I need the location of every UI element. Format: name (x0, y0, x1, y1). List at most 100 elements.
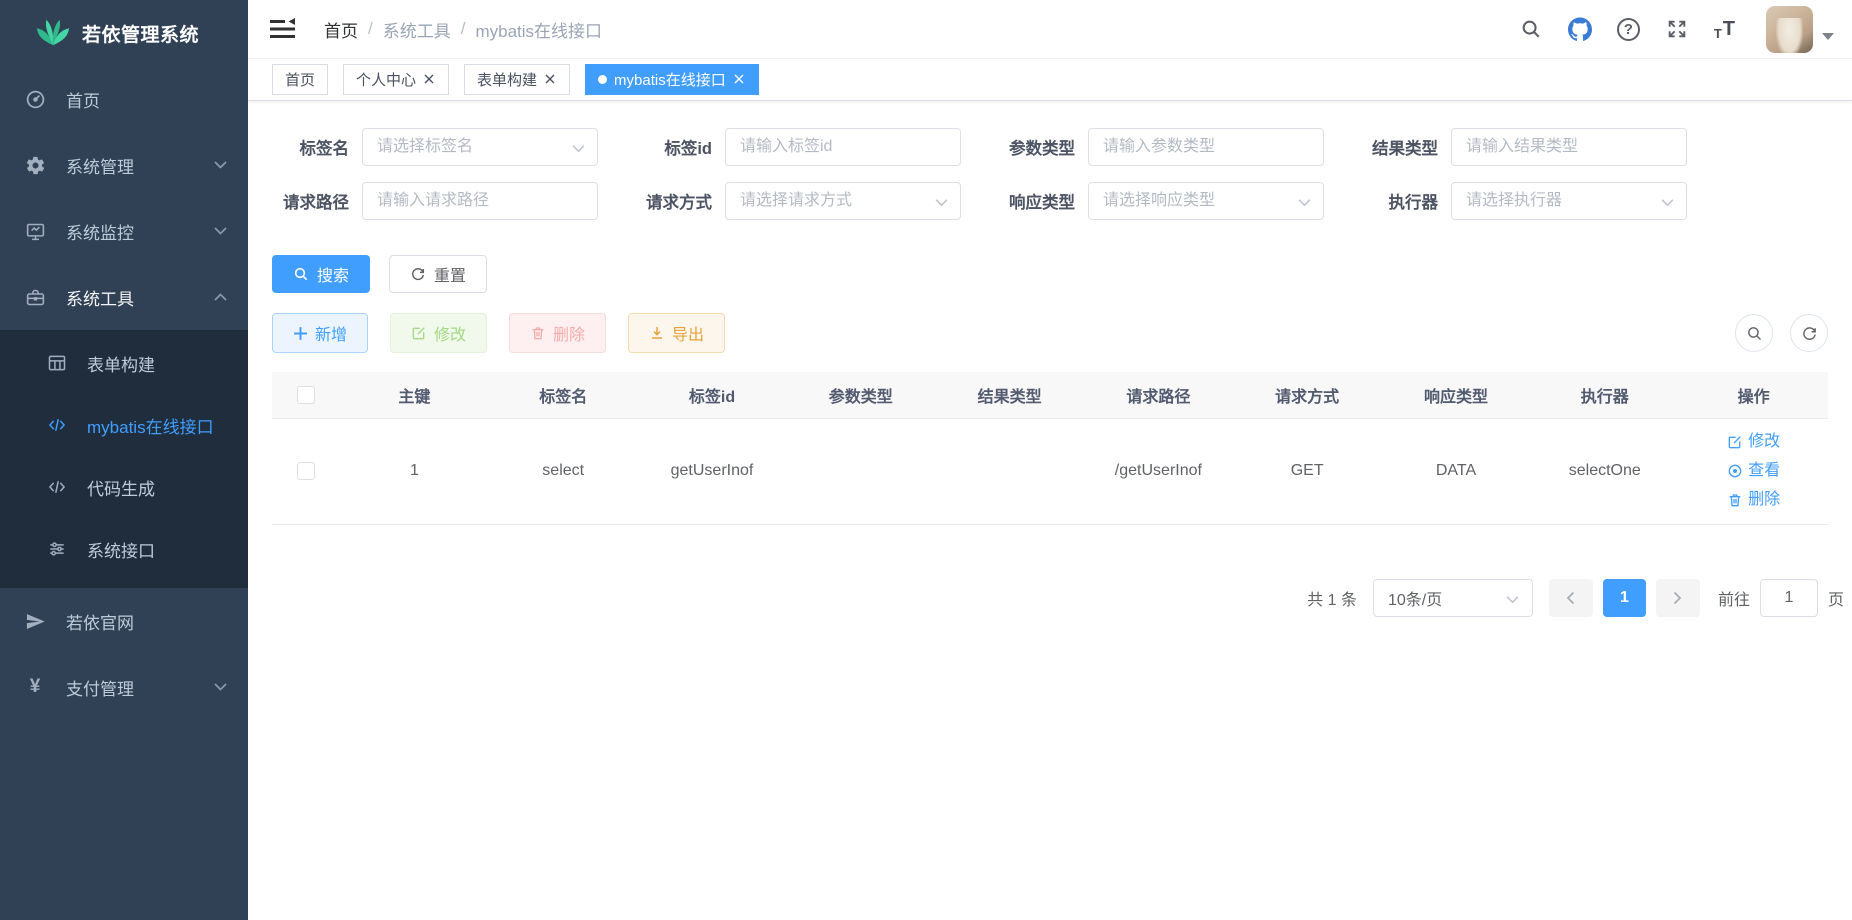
font-size-icon[interactable]: T T (1714, 18, 1735, 41)
field-label: 参数类型 (998, 135, 1088, 159)
sidebar-item-payment-management[interactable]: ¥ 支付管理 (0, 654, 248, 720)
sidebar-item-code-generation[interactable]: 代码生成 (0, 456, 248, 518)
param-type-input-wrap (1088, 128, 1324, 166)
sidebar-item-system-api[interactable]: 系统接口 (0, 518, 248, 580)
code-icon (47, 476, 67, 498)
tag-name-select[interactable] (362, 128, 598, 166)
close-icon[interactable] (423, 73, 436, 86)
refresh-icon (410, 266, 426, 282)
filter-request-method: 请求方式 (635, 182, 961, 220)
next-page-button[interactable] (1656, 579, 1700, 617)
param-type-input[interactable] (1089, 129, 1323, 165)
tag-id-input[interactable] (726, 129, 960, 165)
delete-button[interactable]: 删除 (509, 313, 606, 353)
response-type-select-input[interactable] (1089, 183, 1323, 219)
fullscreen-icon[interactable] (1665, 17, 1689, 41)
refresh-icon (1801, 325, 1818, 342)
select-all-checkbox[interactable] (297, 386, 315, 404)
sidebar-item-system-management[interactable]: 系统管理 (0, 132, 248, 198)
breadcrumb-section: 系统工具 (383, 17, 451, 42)
cell-tag-name: select (489, 418, 638, 524)
yen-glyph: ¥ (30, 676, 41, 698)
add-button[interactable]: 新增 (272, 313, 368, 353)
request-method-select-input[interactable] (726, 183, 960, 219)
executor-select[interactable] (1451, 182, 1687, 220)
page-1-button[interactable]: 1 (1603, 579, 1646, 617)
active-tab-dot (598, 75, 607, 84)
breadcrumb-home[interactable]: 首页 (324, 17, 358, 42)
page-size-value: 10条/页 (1388, 586, 1442, 610)
sidebar-item-label: mybatis在线接口 (87, 413, 228, 438)
sidebar-toggle-icon[interactable] (270, 18, 296, 40)
page-size-select[interactable]: 10条/页 (1373, 579, 1533, 617)
row-delete-link[interactable]: 删除 (1727, 487, 1780, 513)
tab-label: 首页 (285, 69, 315, 90)
page-unit-label: 页 (1828, 586, 1844, 610)
tab-mybatis-online-api[interactable]: mybatis在线接口 (585, 64, 759, 95)
column-header: 请求路径 (1084, 372, 1233, 418)
header-search-icon[interactable] (1519, 17, 1543, 41)
app-logo[interactable]: 若依管理系统 (0, 0, 248, 66)
sidebar-item-system-monitor[interactable]: 系统监控 (0, 198, 248, 264)
field-label: 执行器 (1361, 189, 1451, 213)
result-type-input-wrap (1451, 128, 1687, 166)
sidebar-item-home[interactable]: 首页 (0, 66, 248, 132)
row-edit-link[interactable]: 修改 (1727, 429, 1780, 455)
sidebar-item-form-builder[interactable]: 表单构建 (0, 332, 248, 394)
font-small-glyph: T (1714, 26, 1722, 41)
breadcrumb-current: mybatis在线接口 (475, 17, 602, 42)
table-toolbar: 新增 修改 删除 导出 (272, 313, 1828, 353)
code-icon (47, 414, 67, 436)
sidebar-item-system-tools[interactable]: 系统工具 (0, 264, 248, 330)
edit-button[interactable]: 修改 (390, 313, 487, 353)
chevron-down-icon (214, 683, 228, 691)
executor-select-input[interactable] (1452, 183, 1686, 219)
gear-icon (24, 154, 46, 176)
close-icon[interactable] (733, 73, 746, 86)
help-icon[interactable]: ? (1617, 18, 1640, 41)
response-type-select[interactable] (1088, 182, 1324, 220)
tab-home[interactable]: 首页 (272, 64, 328, 95)
export-button[interactable]: 导出 (628, 313, 725, 353)
row-view-link[interactable]: 查看 (1727, 458, 1780, 484)
plus-icon (293, 326, 308, 341)
sliders-icon (47, 538, 67, 560)
avatar[interactable] (1766, 6, 1813, 53)
edit-icon (411, 325, 427, 341)
refresh-table-button[interactable] (1790, 314, 1828, 352)
chevron-down-icon (1505, 592, 1520, 607)
prev-page-button[interactable] (1549, 579, 1593, 617)
tab-profile[interactable]: 个人中心 (343, 64, 449, 95)
tag-name-select-input[interactable] (363, 129, 597, 165)
tab-form-builder[interactable]: 表单构建 (464, 64, 570, 95)
reset-button[interactable]: 重置 (389, 255, 487, 293)
trash-icon (530, 325, 546, 341)
close-icon[interactable] (544, 73, 557, 86)
sidebar-item-mybatis-online-api[interactable]: mybatis在线接口 (0, 394, 248, 456)
breadcrumb-separator: / (461, 19, 466, 39)
row-checkbox[interactable] (297, 462, 315, 480)
filter-response-type: 响应类型 (998, 182, 1324, 220)
search-button[interactable]: 搜索 (272, 255, 370, 293)
filter-tag-name: 标签名 (272, 128, 598, 166)
goto-page-input[interactable] (1760, 579, 1818, 617)
goto-label: 前往 (1718, 586, 1750, 610)
total-count: 共 1 条 (1307, 586, 1357, 610)
request-path-input[interactable] (363, 183, 597, 219)
tab-label: 表单构建 (477, 69, 537, 90)
field-label: 标签id (635, 135, 725, 159)
column-header: 标签名 (489, 372, 638, 418)
sidebar-item-label: 代码生成 (87, 475, 228, 500)
sidebar-item-ruoyi-website[interactable]: 若依官网 (0, 588, 248, 654)
request-method-select[interactable] (725, 182, 961, 220)
toggle-search-button[interactable] (1735, 314, 1773, 352)
cell-request-path: /getUserInof (1084, 418, 1233, 524)
paper-plane-icon (24, 610, 46, 632)
chevron-right-icon (1672, 591, 1683, 605)
monitor-icon (24, 220, 46, 242)
github-icon[interactable] (1568, 17, 1592, 41)
result-type-input[interactable] (1452, 129, 1686, 165)
user-menu[interactable] (1766, 6, 1834, 53)
page-content: 标签名 标签id 参数类型 (248, 101, 1852, 617)
column-header: 结果类型 (935, 372, 1084, 418)
